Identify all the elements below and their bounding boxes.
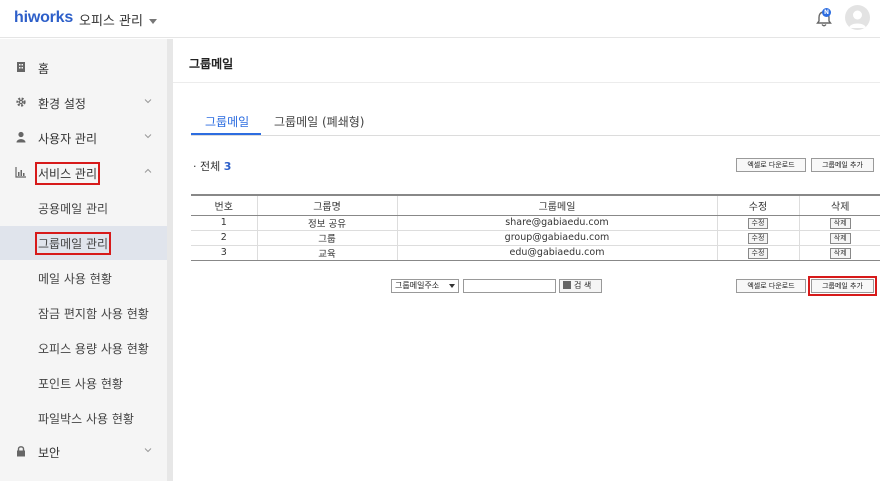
sidebar-subitem-label: 파일박스 사용 현황 [38,412,134,426]
group-mail-table: 번호 그룹명 그룹메일 수정 삭제 1 정보 공유 share@gabiaedu… [191,194,880,261]
total-count: · 전체 3 [193,158,231,174]
gear-icon [16,97,26,107]
total-label: · 전체 [193,160,221,173]
sidebar-subitem-label: 오피스 용량 사용 현황 [38,342,149,356]
sidebar-subitem-label: 그룹메일 관리 [34,232,112,255]
tab-group-mail-closed[interactable]: 그룹메일 (폐쇄형) [274,113,364,130]
delete-cell: 삭제 [798,215,880,231]
sidebar-item-security[interactable]: 보안 [0,435,167,469]
delete-button[interactable]: 삭제 [829,247,851,259]
column-header: 그룹메일 [396,194,717,216]
sidebar-subitem-label: 포인트 사용 현황 [38,377,123,391]
sidebar-item-label: 사용자 관리 [38,132,98,146]
row-number: 3 [191,245,257,261]
sidebar-item-label: 보안 [38,446,61,460]
table-header-row: 번호 그룹명 그룹메일 수정 삭제 [191,194,880,216]
sidebar-item-home[interactable]: 홈 [0,51,167,85]
search-field-select[interactable]: 그룹메일주소 [391,279,459,293]
office-menu-label: 오피스 관리 [79,14,143,29]
group-name: 교육 [256,245,397,261]
group-email: group@gabiaedu.com [396,230,717,246]
delete-button[interactable]: 삭제 [829,217,851,229]
lock-icon [17,446,25,457]
top-bar: hiworks 오피스 관리 N [0,0,880,38]
sidebar: 홈 환경 설정 사용자 관리 서비스 관리 공용메일 관리 그룹메일 관리 메일… [0,39,167,481]
chevron-up-icon [144,168,152,173]
column-header: 삭제 [798,194,880,216]
chevron-down-icon [144,99,152,104]
add-group-mail-button-bottom[interactable]: 그룹메일 추가 [808,276,877,296]
row-number: 1 [191,215,257,231]
edit-button[interactable]: 수정 [747,247,769,259]
tab-divider [191,135,880,136]
sidebar-subitem-mail-usage[interactable]: 메일 사용 현황 [0,261,167,295]
sidebar-subitem-office-storage-usage[interactable]: 오피스 용량 사용 현황 [0,331,167,365]
page-title: 그룹메일 [189,57,234,71]
table-row: 2 그룹 group@gabiaedu.com 수정 삭제 [191,230,880,246]
hiworks-logo[interactable]: hiworks [14,9,73,27]
group-email: share@gabiaedu.com [396,215,717,231]
user-icon [16,131,26,143]
column-header: 번호 [191,194,257,216]
table-row: 1 정보 공유 share@gabiaedu.com 수정 삭제 [191,215,880,231]
edit-cell: 수정 [716,230,799,246]
sidebar-item-label: 홈 [38,62,50,76]
sidebar-subitem-point-usage[interactable]: 포인트 사용 현황 [0,366,167,400]
search-button[interactable]: 검 색 [559,279,602,293]
divider [173,82,880,83]
delete-button[interactable]: 삭제 [829,232,851,244]
sidebar-item-label: 서비스 관리 [34,162,101,185]
sidebar-subitem-group-mail[interactable]: 그룹메일 관리 [0,226,167,260]
table-row: 3 교육 edu@gabiaedu.com 수정 삭제 [191,245,880,261]
sidebar-subitem-label: 공용메일 관리 [38,202,109,216]
edit-cell: 수정 [716,215,799,231]
sidebar-subitem-filebox-usage[interactable]: 파일박스 사용 현황 [0,401,167,435]
sidebar-item-users[interactable]: 사용자 관리 [0,121,167,155]
chevron-down-icon [144,448,152,453]
search-icon [563,281,571,289]
total-number: 3 [223,160,232,173]
sidebar-item-settings[interactable]: 환경 설정 [0,86,167,120]
chevron-down-icon [148,19,157,24]
column-header: 수정 [716,194,799,216]
group-email: edu@gabiaedu.com [396,245,717,261]
edit-cell: 수정 [716,245,799,261]
delete-cell: 삭제 [798,245,880,261]
delete-cell: 삭제 [798,230,880,246]
sidebar-subitem-locked-mailbox-usage[interactable]: 잠금 편지함 사용 현황 [0,296,167,330]
sidebar-subitem-label: 메일 사용 현황 [38,272,112,286]
edit-button[interactable]: 수정 [747,217,769,229]
group-name: 정보 공유 [256,215,397,231]
search-input[interactable] [463,279,556,293]
excel-export-button-bottom[interactable]: 엑셀로 다운로드 [736,279,806,293]
office-management-menu[interactable]: 오피스 관리 [79,10,157,29]
sidebar-item-label: 환경 설정 [38,97,86,111]
tab-group-mail[interactable]: 그룹메일 [205,113,249,130]
add-group-mail-button[interactable]: 그룹메일 추가 [811,158,874,172]
building-icon [17,62,25,72]
row-number: 2 [191,230,257,246]
chevron-down-icon [144,134,152,139]
user-silhouette-icon [849,10,866,28]
notification-badge: N [822,8,831,17]
avatar[interactable] [845,5,870,30]
main-content: 그룹메일 그룹메일 그룹메일 (폐쇄형) · 전체 3 엑셀로 다운로드 그룹메… [173,39,880,481]
column-header: 그룹명 [256,194,397,216]
sidebar-item-service-management[interactable]: 서비스 관리 [0,156,167,190]
group-name: 그룹 [256,230,397,246]
chart-icon [15,167,26,178]
search-field-select-value: 그룹메일주소 [395,281,440,290]
sidebar-subitem-shared-mail[interactable]: 공용메일 관리 [0,191,167,225]
sidebar-subitem-label: 잠금 편지함 사용 현황 [38,307,149,321]
edit-button[interactable]: 수정 [747,232,769,244]
chevron-down-icon [449,284,455,288]
excel-export-button[interactable]: 엑셀로 다운로드 [736,158,806,172]
search-button-label: 검 색 [574,281,592,290]
